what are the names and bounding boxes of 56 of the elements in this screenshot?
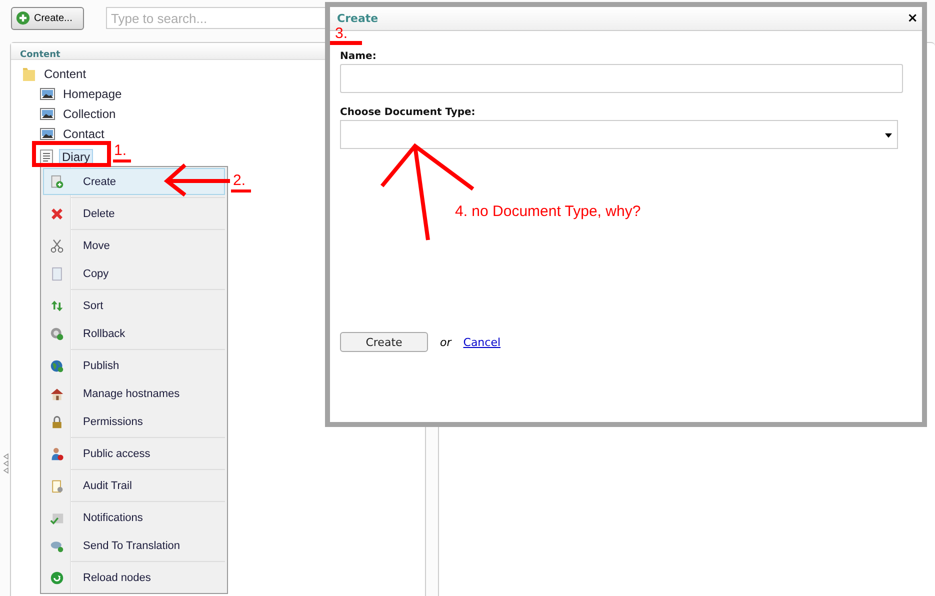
menu-item[interactable]: Create — [43, 168, 225, 195]
close-button[interactable]: × — [907, 11, 918, 26]
image-page-icon — [40, 88, 55, 100]
field-label: Choose Document Type: — [340, 107, 476, 118]
name-input[interactable] — [340, 64, 903, 93]
tree-item[interactable]: Content — [41, 66, 90, 82]
menu-item[interactable]: Notifications — [43, 504, 225, 531]
sort-arrows-icon — [50, 298, 64, 312]
menu-item[interactable]: Rollback — [43, 320, 225, 347]
annotation-underline — [330, 41, 362, 45]
menu-item[interactable]: Public access — [43, 440, 225, 467]
speech-bubble-icon — [50, 538, 64, 552]
annotation-text: 2. — [233, 172, 246, 189]
menu-item[interactable]: Copy — [43, 260, 225, 287]
copy-icon — [50, 266, 64, 280]
create-button[interactable]: Create — [340, 332, 428, 352]
globe-icon — [50, 358, 64, 372]
tree-item[interactable]: Homepage — [60, 86, 125, 102]
scissors-icon — [50, 238, 64, 252]
annotation-arrow — [164, 163, 232, 197]
collapse-handle-icon[interactable] — [3, 453, 9, 475]
field-label: Name: — [340, 51, 378, 62]
house-icon — [50, 386, 64, 400]
reload-icon — [50, 570, 64, 584]
menu-item[interactable]: Audit Trail — [43, 472, 225, 499]
annotation-underline — [113, 160, 131, 162]
annotation-underline — [231, 190, 251, 192]
add-icon — [16, 11, 30, 25]
menu-item[interactable]: Send To Translation — [43, 532, 225, 559]
folder-icon — [22, 66, 36, 82]
document-type-select[interactable] — [340, 120, 898, 149]
caret-icon — [885, 133, 892, 138]
padlock-icon — [50, 414, 64, 428]
annotation-text: 1. — [114, 142, 127, 159]
menu-item[interactable]: Permissions — [43, 408, 225, 435]
menu-item[interactable]: Sort — [43, 292, 225, 319]
menu-item[interactable]: Move — [43, 232, 225, 259]
create-page-icon — [50, 174, 64, 188]
clipboard-icon — [50, 478, 64, 492]
tree-item[interactable]: Collection — [60, 106, 119, 122]
delete-icon — [50, 206, 64, 220]
cancel-link[interactable]: Cancel — [463, 336, 501, 348]
dialog-title: Create — [337, 12, 378, 25]
menu-item[interactable]: Reload nodes — [43, 564, 225, 591]
image-page-icon — [40, 108, 55, 120]
menu-item[interactable]: Publish — [43, 352, 225, 379]
annotation-text: 4. no Document Type, why? — [455, 203, 641, 220]
tree-item[interactable]: Contact — [60, 126, 108, 142]
create-button[interactable]: Create... — [11, 6, 84, 30]
menu-item[interactable]: Delete — [43, 200, 225, 227]
or-text: or — [440, 336, 452, 348]
menu-item[interactable]: Manage hostnames — [43, 380, 225, 407]
panel-title: Content — [20, 50, 60, 60]
document-icon — [40, 149, 54, 165]
image-page-icon — [40, 128, 55, 140]
user-icon — [50, 446, 64, 460]
